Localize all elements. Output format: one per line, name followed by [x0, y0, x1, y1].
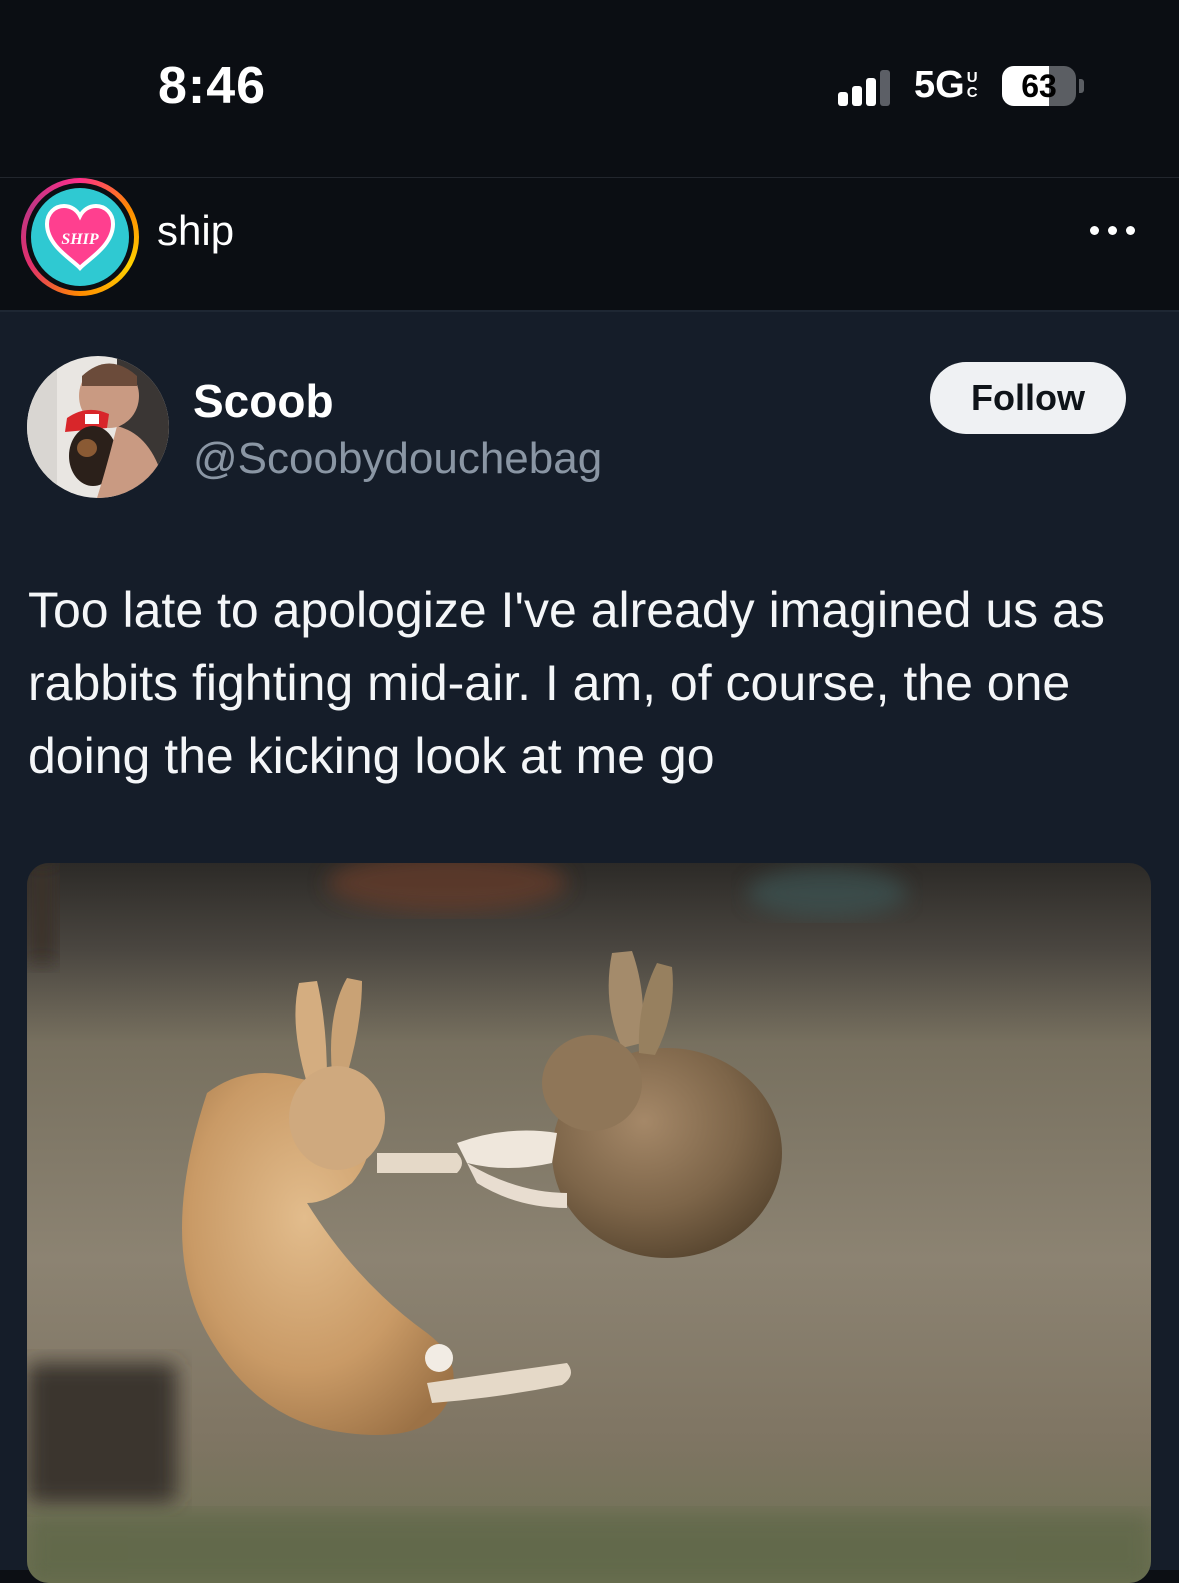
author-avatar[interactable] [27, 356, 169, 498]
status-time: 8:46 [158, 57, 267, 115]
ship-logo-text: SHIP [61, 231, 99, 248]
battery-percentage: 63 [1021, 68, 1057, 104]
author-name[interactable]: Scoob [193, 374, 334, 428]
network-type: 5G [914, 64, 965, 106]
tweet-card: Scoob @Scoobydouchebag Follow Too late t… [0, 310, 1179, 1583]
signal-bars-icon [838, 68, 898, 106]
account-avatar[interactable]: SHIP [21, 178, 139, 296]
follow-button[interactable]: Follow [930, 362, 1126, 434]
account-name[interactable]: ship [157, 207, 234, 255]
status-bar: 8:46 5G UC 63 [0, 0, 1179, 178]
tweet-text: Too late to apologize I've already imagi… [28, 582, 1105, 784]
tweet-image[interactable] [27, 863, 1151, 1583]
ship-heart-logo: SHIP [44, 203, 116, 272]
author-avatar-image [27, 356, 169, 498]
avatar-logo-background: SHIP [31, 188, 129, 286]
more-options-icon[interactable] [1082, 208, 1142, 252]
rabbits-photo [27, 863, 1151, 1583]
network-indicator: 5G UC [914, 64, 979, 107]
battery-icon: 63 [1002, 66, 1076, 106]
divider [0, 310, 1179, 312]
network-suffix: UC [966, 69, 978, 101]
battery-cap [1079, 79, 1084, 93]
reel-header: SHIP ship [0, 178, 1179, 310]
author-handle[interactable]: @Scoobydouchebag [193, 434, 602, 484]
